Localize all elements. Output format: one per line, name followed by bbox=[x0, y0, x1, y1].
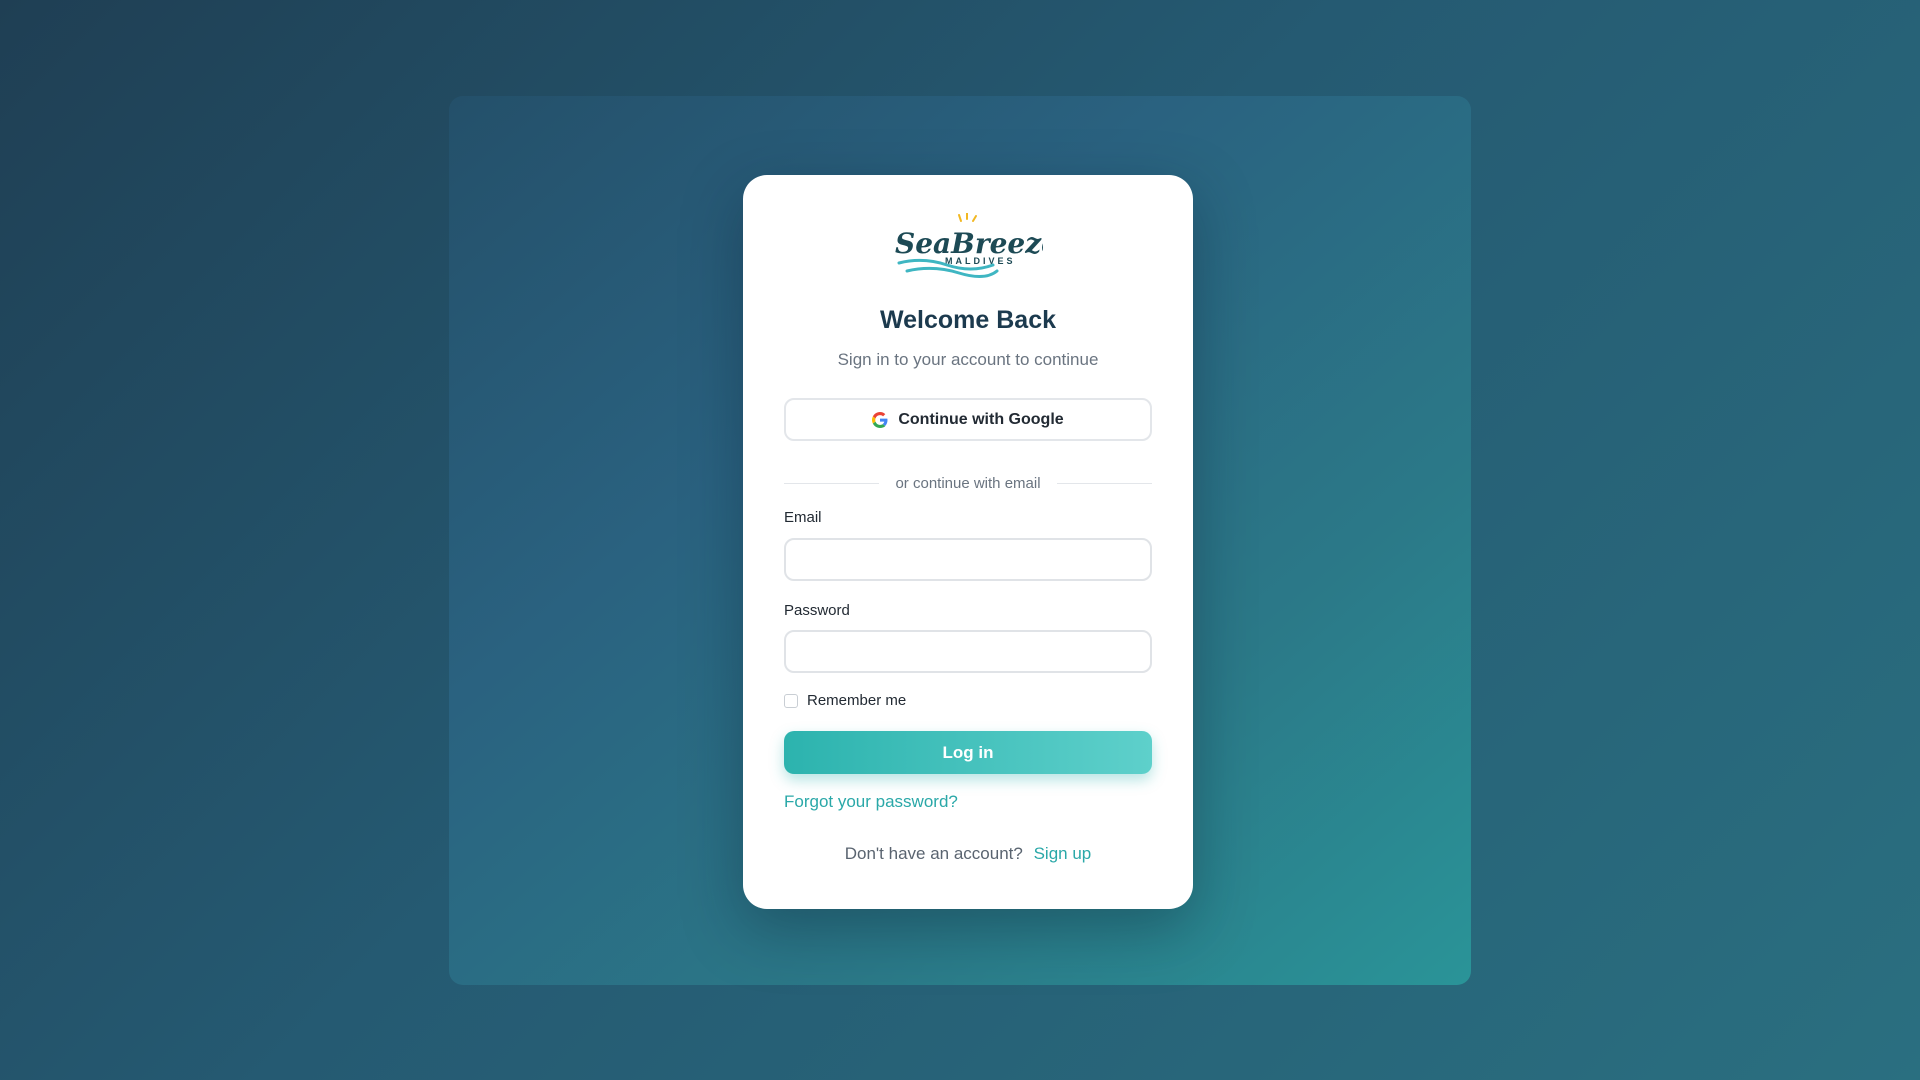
email-field[interactable] bbox=[784, 538, 1152, 581]
continue-with-google-button[interactable]: Continue with Google bbox=[784, 398, 1152, 441]
page-title: Welcome Back bbox=[879, 306, 1056, 334]
email-label: Email bbox=[784, 509, 822, 526]
signup-prompt: Don't have an account? bbox=[844, 844, 1023, 863]
email-divider: or continue with email bbox=[784, 475, 1153, 492]
signup-row: Don't have an account? Sign up bbox=[743, 844, 1193, 864]
divider-line-right bbox=[1056, 483, 1153, 484]
password-field[interactable] bbox=[784, 630, 1152, 673]
forgot-password-link[interactable]: Forgot your password? bbox=[784, 792, 958, 812]
remember-me-row[interactable]: Remember me bbox=[784, 692, 906, 709]
svg-text:MALDIVES: MALDIVES bbox=[945, 256, 1016, 266]
login-button[interactable]: Log in bbox=[784, 731, 1152, 774]
page-subtitle: Sign in to your account to continue bbox=[837, 350, 1099, 369]
password-label: Password bbox=[784, 602, 850, 619]
remember-me-label[interactable]: Remember me bbox=[807, 692, 906, 709]
remember-me-checkbox[interactable] bbox=[784, 693, 798, 708]
signup-link[interactable]: Sign up bbox=[1034, 844, 1092, 863]
google-icon bbox=[872, 411, 888, 428]
google-button-label: Continue with Google bbox=[898, 410, 1064, 428]
seabreeze-logo: SeaBreeze MALDIVES bbox=[743, 213, 1193, 279]
seabreeze-logo-image: SeaBreeze MALDIVES bbox=[895, 213, 1043, 278]
divider-line-left bbox=[784, 483, 880, 484]
login-card: SeaBreeze MALDIVES Welcome Back Sign in … bbox=[743, 175, 1193, 909]
divider-text: or continue with email bbox=[895, 475, 1041, 492]
